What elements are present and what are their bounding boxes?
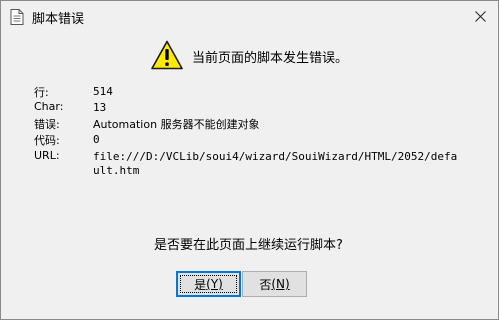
yes-button[interactable]: 是 (Y) <box>176 271 241 297</box>
detail-label-error: 错误: <box>34 118 60 131</box>
detail-label-code: 代码: <box>34 134 60 147</box>
error-message: 当前页面的脚本发生错误。 <box>192 51 349 66</box>
detail-value-line: 514 <box>93 85 113 98</box>
detail-value-char: 13 <box>93 101 107 114</box>
continue-question: 是否要在此页面上继续运行脚本? <box>154 238 343 253</box>
detail-value-url-line2: ult.htm <box>93 164 140 177</box>
document-icon <box>10 9 24 25</box>
script-error-dialog: 脚本错误 当前页面的脚本发生错误。 行: 514 Char: 13 错误: Au… <box>0 0 499 320</box>
close-icon <box>474 11 486 22</box>
detail-value-error: Automation 服务器不能创建对象 <box>93 118 260 131</box>
title-bar[interactable]: 脚本错误 <box>1 1 498 32</box>
close-button[interactable] <box>462 1 498 32</box>
yes-button-accel: (Y) <box>206 277 223 291</box>
detail-value-code: 0 <box>93 133 100 146</box>
warning-icon <box>151 40 183 70</box>
dialog-body: 当前页面的脚本发生错误。 行: 514 Char: 13 错误: Automat… <box>1 32 498 319</box>
detail-label-line: 行: <box>34 86 49 99</box>
detail-label-char: Char: <box>34 100 64 113</box>
detail-value-url-line1: file:///D:/VCLib/soui4/wizard/SouiWizard… <box>93 150 458 163</box>
yes-button-label: 是 <box>194 277 207 292</box>
detail-label-url: URL: <box>34 149 60 162</box>
no-button-label: 否 <box>259 277 272 292</box>
window-title: 脚本错误 <box>32 12 85 27</box>
no-button[interactable]: 否 (N) <box>242 271 307 297</box>
no-button-accel: (N) <box>271 277 290 291</box>
